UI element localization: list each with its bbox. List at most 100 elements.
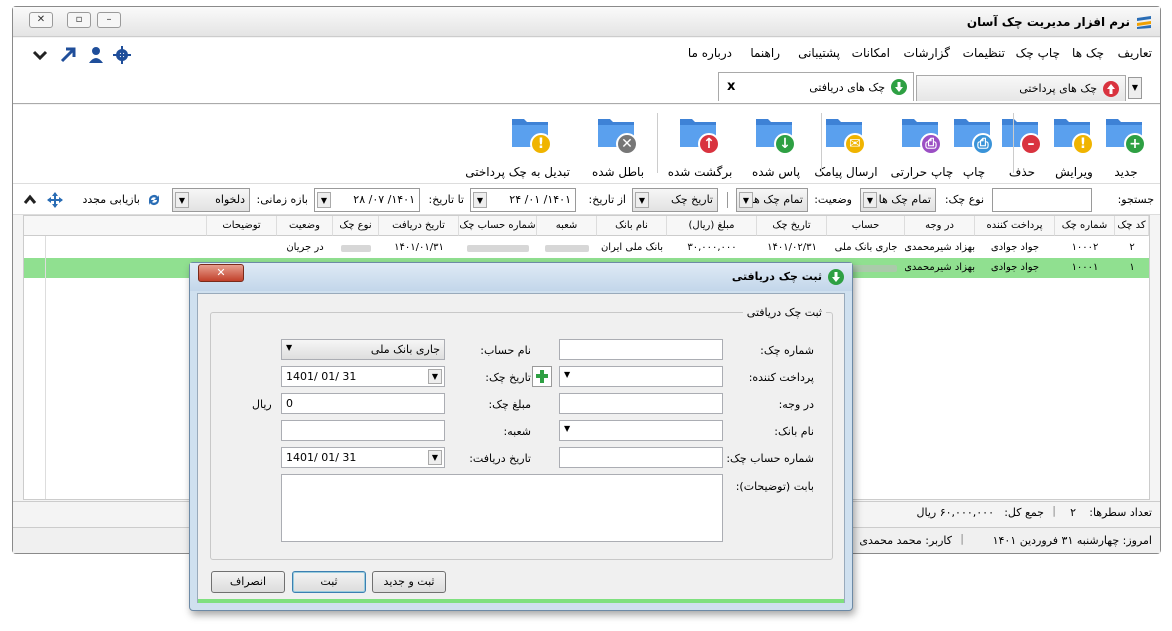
menu-features[interactable]: امکانات (852, 46, 890, 60)
app-title: نرم افزار مدیریت چک آسان (966, 15, 1130, 29)
receive-date-input[interactable]: 1401/ 01/ 31 ▼ (281, 447, 445, 468)
ribbon-button-sms[interactable]: ✉ ارسال پیامک (814, 109, 878, 179)
chevron-down-icon[interactable] (31, 46, 49, 64)
column-header[interactable]: پرداخت کننده (975, 216, 1055, 236)
account-label: نام حساب: (480, 344, 531, 357)
description-label: بابت (توضیحات): (735, 480, 814, 493)
branch-input[interactable] (281, 420, 445, 441)
account-number-input[interactable] (559, 447, 723, 468)
column-header[interactable]: نام بانک (597, 216, 667, 236)
menu-support[interactable]: پشتیبانی (798, 46, 840, 60)
column-header[interactable]: در وجه (905, 216, 975, 236)
group-title: ثبت چک دریافتی (742, 306, 826, 319)
ribbon-button-thermal-print[interactable]: ⎙ چاپ حرارتی (891, 109, 953, 179)
payer-label: پرداخت کننده: (748, 371, 814, 384)
refresh-icon[interactable] (146, 192, 162, 208)
check-type-select[interactable]: تمام چک ها ▼ (860, 188, 936, 212)
maximize-button[interactable]: ▫ (67, 12, 91, 28)
refresh-button[interactable]: بازیابی مجدد (82, 193, 140, 206)
column-header[interactable]: حساب (827, 216, 905, 236)
menu-settings[interactable]: تنظیمات (963, 46, 1005, 60)
ribbon-separator (657, 113, 658, 173)
check-number-input[interactable] (559, 339, 723, 360)
dialog-progress-strip (198, 599, 844, 603)
user-icon[interactable] (87, 46, 105, 64)
table-cell: ۲ (1129, 242, 1135, 253)
ribbon-button-void[interactable]: ✕ باطل شده (590, 109, 646, 179)
current-user: کاربر: محمد محمدی (859, 534, 952, 547)
minimize-button[interactable]: – (97, 12, 121, 28)
dialog-close-button[interactable]: ✕ (198, 264, 244, 282)
tab-received-checks[interactable]: چک های دریافتی x (718, 72, 914, 101)
column-header[interactable]: توضیحات (207, 216, 277, 236)
amount-label: مبلغ چک: (488, 398, 531, 411)
table-cell: بهزاد شیرمحمدی (905, 262, 975, 273)
toolbar-ribbon: + جدید! ویرایش – حذف ⎙ چاپ ⎙ چاپ حرارتی ✉ ارسال پی… (13, 105, 1160, 183)
description-textarea[interactable] (281, 474, 723, 542)
column-header[interactable]: تاریخ دریافت (379, 216, 459, 236)
search-input[interactable] (992, 188, 1092, 212)
close-window-button[interactable]: ✕ (29, 12, 53, 28)
expand-arrow-icon[interactable] (59, 46, 77, 64)
search-label: جستجو: (1117, 193, 1154, 206)
to-date-input[interactable]: ۱۴۰۱/ ۰۷/ ۲۸ ▼ (314, 188, 420, 212)
column-header[interactable]: مبلغ (ریال) (667, 216, 757, 236)
menu-checks[interactable]: چک ها (1072, 46, 1104, 60)
add-payer-button[interactable] (532, 366, 552, 387)
branch-label: شعبه: (503, 425, 531, 438)
add-icon: + (1124, 133, 1146, 155)
menu-reports[interactable]: گزارشات (904, 46, 950, 60)
check-date-input[interactable]: 1401/ 01/ 31 ▼ (281, 366, 445, 387)
column-header[interactable]: شعبه (537, 216, 597, 236)
today-date: امروز: چهارشنبه ۳۱ فروردین ۱۴۰۱ (992, 534, 1152, 547)
account-number-label: شماره حساب چک: (726, 452, 814, 465)
ribbon-label: پاس شده (751, 165, 801, 179)
save-new-button[interactable]: ثبت و جدید (372, 571, 446, 593)
redacted-value (545, 245, 589, 252)
save-button[interactable]: ثبت (292, 571, 366, 593)
divider: | (1052, 504, 1056, 517)
ribbon-button-passed[interactable]: ↓ پاس شده (748, 109, 804, 179)
chevron-up-icon[interactable] (23, 193, 37, 207)
range-select[interactable]: دلخواه ▼ (172, 188, 250, 212)
menu-print-check[interactable]: چاپ چک (1016, 46, 1060, 60)
tab-close-icon[interactable]: x (727, 79, 735, 94)
status-label: وضعیت: (814, 193, 852, 206)
redacted-value (467, 245, 529, 252)
ribbon-label: برگشت شده (667, 165, 733, 179)
account-select[interactable]: جاری بانک ملی ▼ (281, 339, 445, 360)
menu-definitions[interactable]: تعاریف (1118, 46, 1152, 60)
table-cell: ۱۴۰۱/۰۲/۳۱ (767, 242, 817, 253)
tab-paid-checks[interactable]: چک های پرداختی (916, 75, 1126, 101)
column-header[interactable]: شماره حساب چک (459, 216, 537, 236)
amount-input[interactable]: 0 (281, 393, 445, 414)
menu-help[interactable]: راهنما (750, 46, 780, 60)
table-cell: در جریان (286, 242, 324, 253)
date-field-select[interactable]: تاریخ چک ▼ (632, 188, 718, 212)
bank-name-select[interactable]: ▼ (559, 420, 723, 441)
ribbon-button-convert[interactable]: ! تبدیل به چک پرداختی (465, 109, 570, 179)
redacted-value (341, 245, 371, 252)
table-row[interactable]: ۲ ۱۰۰۰۲ جواد جوادی بهزاد شیرمحمدی جاری بانک … (24, 238, 1149, 258)
column-header[interactable]: وضعیت (277, 216, 333, 236)
document-tabs: ▼ چک های پرداختی چک های دریافتی x (13, 70, 1160, 104)
ribbon-label: تبدیل به چک پرداختی (465, 165, 570, 179)
table-cell: ۳۰,۰۰۰,۰۰۰ (687, 242, 737, 253)
from-date-input[interactable]: ۱۴۰۱/ ۰۱/ ۲۴ ▼ (470, 188, 576, 212)
settings-gear-icon[interactable] (113, 46, 131, 64)
tab-list-dropdown[interactable]: ▼ (1128, 77, 1142, 99)
payer-select[interactable]: ▼ (559, 366, 723, 387)
column-header[interactable]: کد چک (1115, 216, 1149, 236)
column-header[interactable]: نوع چک (333, 216, 379, 236)
status-select[interactable]: تمام چک ها ▼ (736, 188, 808, 212)
move-icon[interactable] (47, 192, 63, 208)
receive-check-dialog: ثبت چک دریافتی ✕ ثبت چک دریافتی شماره چک… (189, 262, 853, 611)
payee-input[interactable] (559, 393, 723, 414)
receive-date-label: تاریخ دریافت: (469, 452, 531, 465)
column-header[interactable]: شماره چک (1055, 216, 1115, 236)
cancel-button[interactable]: انصراف (211, 571, 285, 593)
ribbon-button-returned[interactable]: ↑ برگشت شده (668, 109, 732, 179)
menu-about[interactable]: درباره ما (688, 46, 732, 60)
column-header[interactable]: تاریخ چک (757, 216, 827, 236)
table-cell (207, 238, 277, 258)
